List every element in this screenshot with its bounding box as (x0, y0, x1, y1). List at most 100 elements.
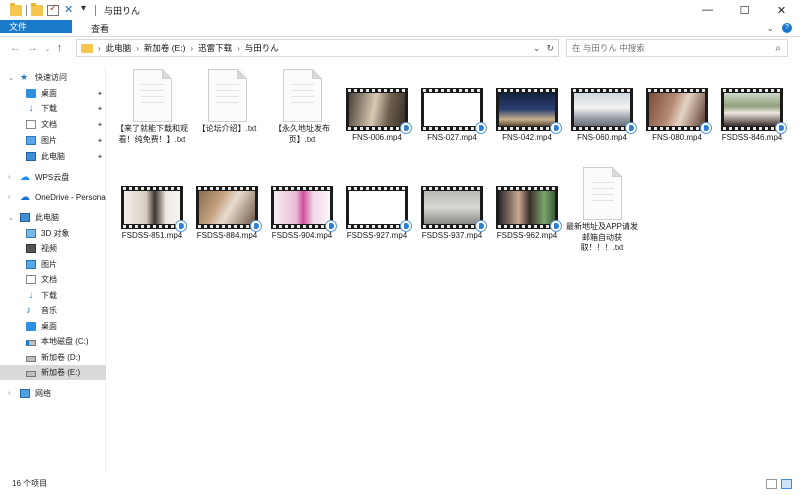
file-item-video[interactable]: FSDSS-884.mp4 (191, 186, 263, 242)
large-icons-view-icon[interactable] (781, 478, 792, 489)
xunlei-badge-icon (550, 220, 562, 232)
sidebar-item-label: 视频 (41, 244, 57, 253)
details-view-icon[interactable] (766, 478, 777, 489)
sidebar-item-music[interactable]: ♪ 音乐 (0, 303, 106, 318)
file-item-video[interactable]: FSDSS-904.mp4 (266, 186, 338, 242)
delete-icon[interactable] (63, 3, 75, 16)
minimize-button[interactable]: — (689, 0, 726, 20)
sidebar-item-drive-e[interactable]: 新加卷 (E:) (0, 365, 106, 380)
breadcrumb-current-folder[interactable]: 与田りん (245, 42, 279, 54)
xunlei-badge-icon (400, 122, 412, 134)
refresh-icon[interactable]: ↻ (546, 43, 554, 54)
3d-objects-icon (26, 229, 36, 238)
sidebar-item-desktop[interactable]: 桌面 (0, 319, 106, 334)
sidebar-item-downloads-pinned[interactable]: ↓ 下载 ✦ (0, 101, 106, 116)
maximize-button[interactable]: ☐ (726, 0, 763, 20)
file-item-video[interactable]: FNS-042.mp4 (491, 88, 563, 144)
video-thumbnail (496, 88, 562, 134)
xunlei-badge-icon (475, 220, 487, 232)
file-item-video[interactable]: FNS-027.mp4 (416, 88, 488, 144)
sidebar-item-videos[interactable]: 视频 (0, 241, 106, 256)
file-name: FSDSS-846.mp4 (721, 133, 783, 142)
breadcrumb-separator: › (98, 43, 101, 53)
address-bar[interactable]: › 此电脑 › 新加卷 (E:) › 迅雷下载 › 与田りん ⌄ ↻ (76, 39, 559, 57)
xunlei-badge-icon (700, 122, 712, 134)
close-button[interactable]: ✕ (763, 0, 800, 20)
sidebar-item-this-pc[interactable]: ⌄ 此电脑 (0, 210, 106, 225)
sidebar-item-label: 网络 (35, 389, 51, 398)
sidebar-item-3d-objects[interactable]: 3D 对象 (0, 226, 106, 241)
sidebar-item-label: WPS云盘 (35, 173, 70, 182)
file-item-video[interactable]: FSDSS-962.mp4 (491, 186, 563, 242)
expand-chevron-icon[interactable]: › (8, 194, 10, 201)
sidebar-item-label: 新加卷 (D:) (41, 353, 81, 362)
breadcrumb-drive-e[interactable]: 新加卷 (E:) (144, 42, 186, 54)
star-icon: ★ (20, 72, 29, 82)
sidebar-item-label: 此电脑 (35, 213, 59, 222)
file-item-video[interactable]: FSDSS-846.mp4 (716, 88, 788, 144)
search-icon[interactable]: ⌕ (775, 43, 781, 54)
sidebar-item-drive-d[interactable]: 新加卷 (D:) (0, 350, 106, 365)
properties-icon[interactable] (47, 3, 59, 16)
breadcrumb-this-pc[interactable]: 此电脑 (106, 42, 132, 54)
sidebar-item-this-pc-pinned[interactable]: 此电脑 ✦ (0, 149, 106, 164)
sidebar-item-drive-c[interactable]: 本地磁盘 (C:) (0, 334, 106, 349)
file-item-video[interactable]: FSDSS-851.mp4 (116, 186, 188, 242)
file-name: FNS-042.mp4 (502, 133, 552, 142)
sidebar-item-pictures-pinned[interactable]: 图片 ✦ (0, 133, 106, 148)
file-name: FNS-006.mp4 (352, 133, 402, 142)
forward-arrow-icon[interactable]: → (27, 42, 38, 54)
file-item-video[interactable]: FSDSS-937.mp4 (416, 186, 488, 242)
sidebar-item-network[interactable]: › 网络 (0, 386, 106, 401)
sidebar-item-documents[interactable]: 文档 (0, 272, 106, 287)
download-icon: ↓ (28, 103, 34, 114)
window-title: 与田りん (104, 5, 141, 16)
expand-ribbon-chevron-icon[interactable]: ⌄ (766, 23, 774, 34)
file-item-video[interactable]: FSDSS-927.mp4 (341, 186, 413, 242)
video-thumbnail (196, 186, 262, 232)
sidebar-item-quick-access[interactable]: ⌄ ★ 快速访问 (0, 70, 106, 85)
search-input[interactable] (572, 43, 762, 53)
sidebar-item-label: 文档 (41, 120, 57, 129)
file-list: 【来了就能下载和观看！纯免费！】.txt 【论坛介绍】.txt 【永久地址发布页… (107, 59, 800, 472)
customize-toolbar-chevron-icon[interactable] (79, 3, 91, 16)
sidebar-item-onedrive[interactable]: › ☁ OneDrive - Persona (0, 190, 106, 205)
help-icon[interactable]: ? (782, 23, 792, 33)
computer-icon (26, 152, 36, 161)
file-item-txt[interactable]: 最新地址及APP请发邮箱自动获取！！！.txt (566, 167, 638, 254)
collapse-chevron-icon[interactable]: ⌄ (8, 74, 14, 82)
title-bar: 与田りん — ☐ ✕ (0, 0, 800, 20)
back-arrow-icon[interactable]: ← (10, 42, 21, 54)
sidebar-item-desktop-pinned[interactable]: 桌面 ✦ (0, 86, 106, 101)
file-item-video[interactable]: FNS-060.mp4 (566, 88, 638, 144)
recent-locations-chevron-icon[interactable]: ⌄ (44, 44, 51, 53)
file-item-txt[interactable]: 【论坛介绍】.txt (191, 69, 263, 135)
ribbon-tabs: 文件 主页 共享 查看 ⌄ ? (0, 20, 800, 37)
expand-chevron-icon[interactable]: › (8, 390, 10, 397)
file-item-txt[interactable]: 【来了就能下载和观看！纯免费！】.txt (116, 69, 188, 145)
video-thumbnail (346, 186, 412, 232)
sidebar-item-wps-cloud[interactable]: › ☁ WPS云盘 (0, 170, 106, 185)
expand-chevron-icon[interactable]: › (8, 174, 10, 181)
breadcrumb-xunlei-downloads[interactable]: 迅雷下载 (198, 42, 232, 54)
file-item-video[interactable]: FNS-080.mp4 (641, 88, 713, 144)
sidebar-item-documents-pinned[interactable]: 文档 ✦ (0, 117, 106, 132)
tab-view[interactable]: 查看 (80, 20, 120, 36)
address-history-chevron-icon[interactable]: ⌄ (533, 43, 541, 54)
file-item-video[interactable]: FNS-006.mp4 (341, 88, 413, 144)
collapse-chevron-icon[interactable]: ⌄ (8, 214, 14, 222)
file-item-txt[interactable]: 【永久地址发布页】.txt (266, 69, 338, 145)
sidebar-item-label: 本地磁盘 (C:) (41, 337, 89, 346)
up-arrow-icon[interactable]: ↑ (57, 42, 63, 54)
new-folder-icon[interactable] (31, 2, 43, 16)
video-thumbnail (721, 88, 787, 134)
toolbar-divider (95, 4, 96, 16)
sidebar-item-pictures[interactable]: 图片 (0, 257, 106, 272)
sidebar-item-downloads[interactable]: ↓ 下载 (0, 288, 106, 303)
cloud-icon: ☁ (20, 172, 30, 183)
sidebar-item-label: 下载 (41, 291, 57, 300)
tab-file[interactable]: 文件 (0, 20, 72, 33)
file-name: FNS-080.mp4 (652, 133, 702, 142)
search-box[interactable]: ⌕ (566, 39, 788, 57)
xunlei-badge-icon (625, 122, 637, 134)
